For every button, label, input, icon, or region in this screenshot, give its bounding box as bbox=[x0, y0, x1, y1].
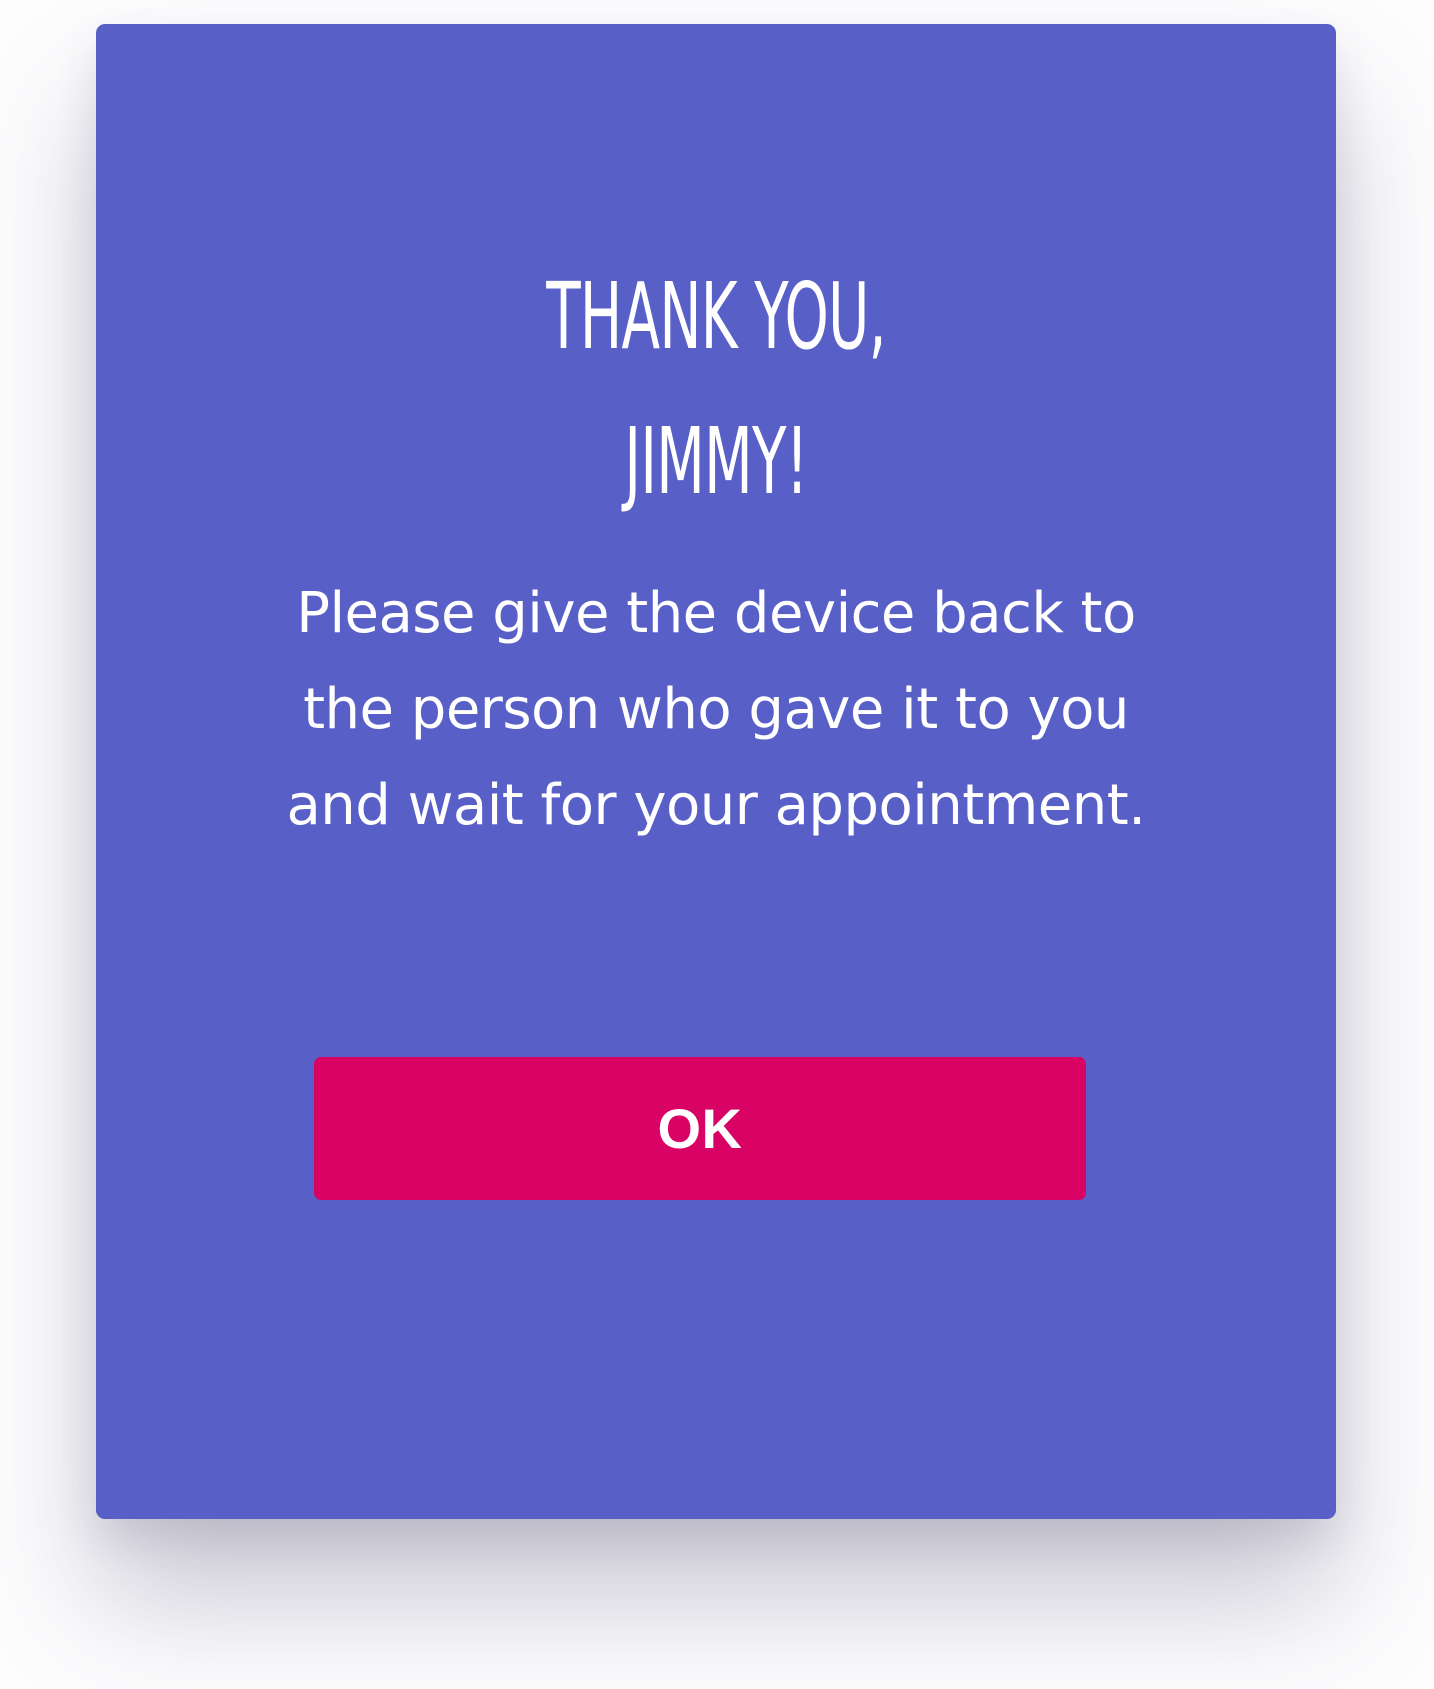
page: Thank you, Jimmy! Please give the device… bbox=[0, 0, 1434, 1689]
instruction-message: Please give the device back to the perso… bbox=[286, 581, 1146, 838]
thank-you-dialog: Thank you, Jimmy! Please give the device… bbox=[96, 24, 1336, 1519]
thank-you-title: Thank you, Jimmy! bbox=[546, 263, 886, 515]
ok-button[interactable]: OK bbox=[314, 1057, 1086, 1200]
